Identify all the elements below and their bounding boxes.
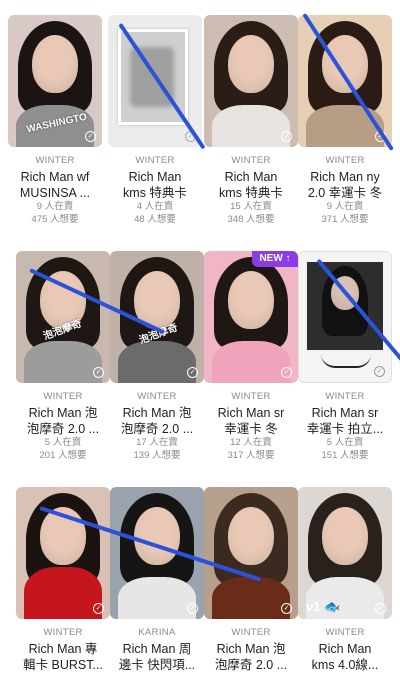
card-artist: WINTER: [137, 391, 177, 402]
card-sellers: 9 人在賣: [326, 201, 364, 212]
card-wants: 348 人想要: [227, 213, 275, 225]
card-item[interactable]: NEW ↑ ✓ WINTER Rich Man sr 幸運卡 冬 12 人在賣 …: [204, 251, 298, 462]
card-artist: WINTER: [231, 627, 271, 638]
card-title: Rich Man kms 特典卡: [219, 170, 283, 200]
card-item[interactable]: ✓ WINTER Rich Man 泡 泡摩奇 2.0 ...: [204, 487, 298, 673]
card-version-label: v1 🐟: [306, 599, 341, 614]
card-title: Rich Man ny 2.0 幸運卡 冬: [307, 170, 383, 200]
card-photo: ✓: [298, 251, 392, 383]
card-title: Rich Man 泡 泡摩奇 2.0 ...: [26, 406, 100, 436]
card-artist: WINTER: [325, 155, 365, 166]
card-item[interactable]: ✓ KARINA Rich Man 周 邊卡 快閃項...: [110, 487, 204, 673]
card-artist: WINTER: [135, 155, 175, 166]
check-icon: ✓: [85, 131, 96, 142]
card-title: Rich Man 周 邊卡 快閃項...: [118, 642, 196, 672]
card-photo: v1 🐟 ✓: [298, 487, 392, 619]
card-title: Rich Man 專 輯卡 BURST...: [23, 642, 103, 672]
check-icon: ✓: [374, 366, 385, 377]
card-wants: 139 人想要: [133, 449, 181, 461]
check-icon: ✓: [93, 603, 104, 614]
card-wants: 151 人想要: [321, 449, 369, 461]
card-title: Rich Man sr 幸運卡 冬: [217, 406, 285, 436]
card-wants: 371 人想要: [321, 213, 369, 225]
card-grid: WASHINGTO ✓ WINTER Rich Man wf MUSINSA .…: [0, 0, 400, 673]
card-sellers: 5 人在賣: [44, 437, 82, 448]
check-icon: ✓: [281, 367, 292, 378]
card-artist: KARINA: [138, 627, 176, 638]
check-icon: ✓: [375, 603, 386, 614]
card-item[interactable]: v1 🐟 ✓ WINTER Rich Man kms 4.0線...: [298, 487, 392, 673]
card-photo: 泡泡摩奇 ✓: [110, 251, 204, 383]
card-title: Rich Man kms 4.0線...: [311, 642, 379, 672]
card-item[interactable]: ✓ WINTER Rich Man ny 2.0 幸運卡 冬 9 人在賣 371…: [298, 15, 392, 226]
check-icon: ✓: [187, 603, 198, 614]
card-artist: WINTER: [231, 391, 271, 402]
card-sellers: 15 人在賣: [230, 201, 272, 212]
card-sellers: 5 人在賣: [326, 437, 364, 448]
card-photo: ✓: [16, 487, 110, 619]
check-icon: ✓: [187, 367, 198, 378]
card-artist: WINTER: [325, 391, 365, 402]
card-sellers: 9 人在賣: [36, 201, 74, 212]
new-badge: NEW ↑: [252, 251, 298, 267]
check-icon: ✓: [281, 131, 292, 142]
card-title: Rich Man wf MUSINSA ...: [19, 170, 91, 200]
card-photo: ✓: [204, 15, 298, 147]
card-photo: NEW ↑ ✓: [204, 251, 298, 383]
check-icon: ✓: [93, 367, 104, 378]
card-artist: WINTER: [43, 391, 83, 402]
card-item[interactable]: 泡泡摩奇 ✓ WINTER Rich Man 泡 泡摩奇 2.0 ... 17 …: [110, 251, 204, 462]
card-artist: WINTER: [231, 155, 271, 166]
card-photo: ✓: [204, 487, 298, 619]
card-artist: WINTER: [35, 155, 75, 166]
card-wants: 475 人想要: [31, 213, 79, 225]
card-title: Rich Man kms 特典卡: [123, 170, 187, 200]
card-title: Rich Man 泡 泡摩奇 2.0 ...: [120, 406, 194, 436]
check-icon: ✓: [281, 603, 292, 614]
card-wants: 317 人想要: [227, 449, 275, 461]
card-artist: WINTER: [43, 627, 83, 638]
card-sellers: 12 人在賣: [230, 437, 272, 448]
card-sellers: 4 人在賣: [136, 201, 174, 212]
card-artist: WINTER: [325, 627, 365, 638]
card-title: Rich Man sr 幸運卡 拍立...: [306, 406, 384, 436]
card-photo: ✓: [110, 487, 204, 619]
card-photo: WASHINGTO ✓: [8, 15, 102, 147]
card-item[interactable]: ✓ WINTER Rich Man kms 特典卡 15 人在賣 348 人想要: [204, 15, 298, 226]
card-wants: 201 人想要: [39, 449, 87, 461]
card-item[interactable]: ✓ WINTER Rich Man sr 幸運卡 拍立... 5 人在賣 151…: [298, 251, 392, 462]
card-sellers: 17 人在賣: [136, 437, 178, 448]
card-title: Rich Man 泡 泡摩奇 2.0 ...: [214, 642, 288, 672]
card-wants: 48 人想要: [134, 213, 176, 225]
card-item[interactable]: WASHINGTO ✓ WINTER Rich Man wf MUSINSA .…: [8, 15, 102, 226]
